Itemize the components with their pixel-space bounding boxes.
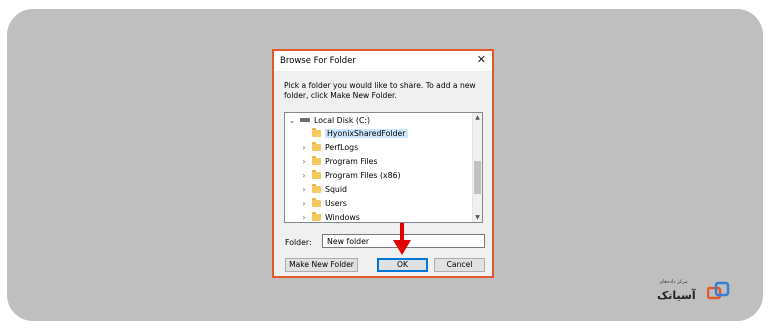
logo-subtext: مرکز داده‌های <box>659 279 688 285</box>
scroll-up-icon[interactable]: ▲ <box>473 113 482 122</box>
chevron-right-icon[interactable]: › <box>299 197 309 210</box>
tree-item-label: Squid <box>325 185 347 194</box>
folder-icon <box>312 169 321 179</box>
chevron-right-icon[interactable]: › <box>299 141 309 154</box>
tree-item-label: Local Disk (C:) <box>314 116 371 125</box>
scrollbar-thumb[interactable] <box>474 161 481 194</box>
drive-icon <box>300 118 310 122</box>
tree-item-label: Users <box>325 199 347 208</box>
instruction-text: Pick a folder you would like to share. T… <box>284 81 476 100</box>
red-arrow-annotation <box>393 223 411 255</box>
tree-item-local-disk[interactable]: ⌄ Local Disk (C:) <box>287 114 370 127</box>
folder-icon <box>312 141 321 151</box>
scroll-down-icon[interactable]: ▼ <box>473 213 482 222</box>
tree-item-users[interactable]: › Users <box>299 197 347 210</box>
title-bar: Browse For Folder ✕ <box>274 51 492 71</box>
tree-item-squid[interactable]: › Squid <box>299 183 347 196</box>
folder-icon <box>312 197 321 207</box>
dialog-title: Browse For Folder <box>280 56 356 66</box>
browse-for-folder-dialog: Browse For Folder ✕ Pick a folder you wo… <box>272 49 494 278</box>
vertical-scrollbar[interactable]: ▲ ▼ <box>472 113 482 222</box>
chevron-right-icon[interactable]: › <box>299 169 309 182</box>
cancel-button[interactable]: Cancel <box>434 258 485 272</box>
folder-icon <box>312 127 321 137</box>
chevron-right-icon[interactable]: › <box>299 183 309 196</box>
tree-item-perflogs[interactable]: › PerfLogs <box>299 141 358 154</box>
tree-item-label: PerfLogs <box>325 143 359 152</box>
chevron-down-icon[interactable]: ⌄ <box>287 114 297 127</box>
tree-item-label: Program Files (x86) <box>325 171 401 180</box>
tree-item-hyonixsharedfolder[interactable]: HyonixSharedFolder <box>299 127 408 140</box>
close-icon[interactable]: ✕ <box>477 54 486 66</box>
folder-field-label: Folder: <box>285 238 312 247</box>
chevron-right-icon[interactable]: › <box>299 155 309 168</box>
folder-icon <box>312 183 321 193</box>
brand-logo: مرکز داده‌های آسیاتک <box>657 277 737 305</box>
tree-item-program-files[interactable]: › Program Files <box>299 155 377 168</box>
tree-item-label: Program Files <box>325 157 378 166</box>
tree-item-windows[interactable]: › Windows <box>299 211 360 222</box>
folder-icon <box>312 155 321 165</box>
chevron-right-icon[interactable]: › <box>299 211 309 222</box>
logo-text: آسیاتک <box>657 289 696 302</box>
tree-item-program-files-x86[interactable]: › Program Files (x86) <box>299 169 401 182</box>
tree-item-label: Windows <box>325 213 360 222</box>
make-new-folder-button[interactable]: Make New Folder <box>285 258 358 272</box>
logo-mark-icon <box>707 281 730 300</box>
ok-button[interactable]: OK <box>377 258 428 272</box>
tree-item-label: HyonixSharedFolder <box>325 129 408 138</box>
folder-icon <box>312 211 321 221</box>
folder-tree[interactable]: ⌄ Local Disk (C:) HyonixSharedFolder › Per… <box>284 112 483 223</box>
